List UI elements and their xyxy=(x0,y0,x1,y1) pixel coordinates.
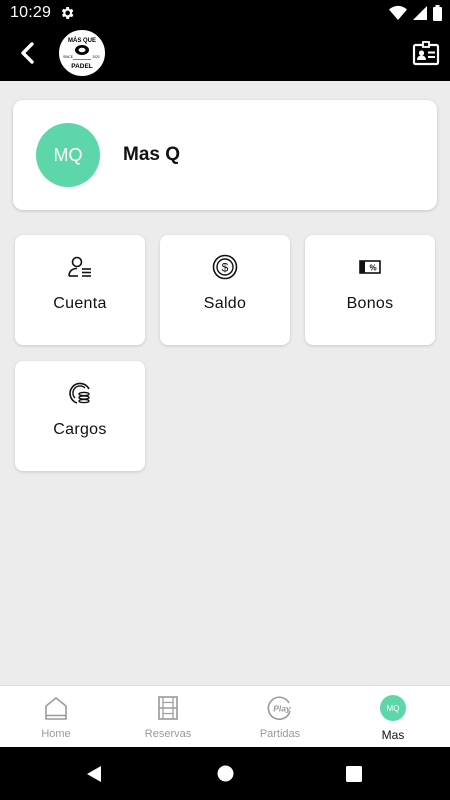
profile-name: Mas Q xyxy=(123,144,181,165)
system-back-icon[interactable] xyxy=(85,765,103,783)
id-card-icon xyxy=(412,41,440,66)
nav-item-reservas[interactable]: Reservas xyxy=(112,686,224,748)
nav-item-mas[interactable]: MQ Mas xyxy=(337,686,449,748)
bottom-nav: Home Reservas Play Partidas MQ Mas xyxy=(0,685,450,747)
tile-cargos[interactable]: Cargos xyxy=(15,361,145,471)
id-card-button[interactable] xyxy=(412,40,440,68)
status-bar: 10:29 xyxy=(0,0,450,26)
logo-text-bottom: PADEL xyxy=(71,63,93,70)
nav-label-home: Home xyxy=(41,728,71,740)
nav-item-home[interactable]: Home xyxy=(0,686,112,748)
back-button[interactable] xyxy=(10,36,44,70)
system-nav-bar xyxy=(0,747,450,800)
profile-avatar: MQ xyxy=(36,123,100,187)
settings-gear-icon xyxy=(61,7,74,19)
play-icon: Play xyxy=(267,696,292,720)
app-logo: MÁS QUE SINCE 2020 PADEL xyxy=(57,28,107,78)
logo-text-right: 2020 xyxy=(92,55,99,59)
tile-label: Cuenta xyxy=(53,295,107,312)
system-recents-icon[interactable] xyxy=(346,766,362,782)
battery-icon xyxy=(433,5,442,21)
charges-icon xyxy=(69,382,90,404)
app-bar: MÁS QUE SINCE 2020 PADEL xyxy=(0,26,450,81)
system-home-icon[interactable] xyxy=(217,765,234,782)
logo-text-top: MÁS QUE xyxy=(68,37,96,44)
chevron-left-icon xyxy=(21,42,34,64)
logo-text-left: SINCE xyxy=(63,55,73,59)
tile-label: Cargos xyxy=(53,421,107,438)
nav-label-partidas: Partidas xyxy=(259,728,301,740)
nav-item-partidas[interactable]: Play Partidas xyxy=(224,686,336,748)
status-icons xyxy=(389,4,442,22)
profile-card[interactable]: MQ Mas Q xyxy=(13,100,437,210)
account-icon xyxy=(68,256,91,277)
tile-label: Saldo xyxy=(203,295,247,312)
reservations-icon xyxy=(158,696,178,720)
voucher-icon: % xyxy=(359,260,381,274)
signal-icon xyxy=(413,6,427,20)
play-icon-text: Play xyxy=(273,704,292,714)
nav-label-reservas: Reservas xyxy=(144,728,192,740)
status-time: 10:29 xyxy=(10,4,52,21)
tile-label: Bonos xyxy=(346,295,394,312)
nav-label-mas: Mas xyxy=(381,728,405,742)
nav-avatar: MQ xyxy=(380,695,406,721)
logo-graphic: MÁS QUE SINCE 2020 PADEL xyxy=(60,31,104,75)
tile-cuenta[interactable]: Cuenta xyxy=(15,235,145,345)
coin-icon: $ xyxy=(212,254,238,280)
home-icon xyxy=(45,697,67,720)
tile-saldo[interactable]: $ Saldo xyxy=(160,235,290,345)
svg-text:%: % xyxy=(369,264,376,273)
tile-bonos[interactable]: % Bonos xyxy=(305,235,435,345)
svg-text:$: $ xyxy=(222,261,229,275)
wifi-icon xyxy=(389,5,407,20)
